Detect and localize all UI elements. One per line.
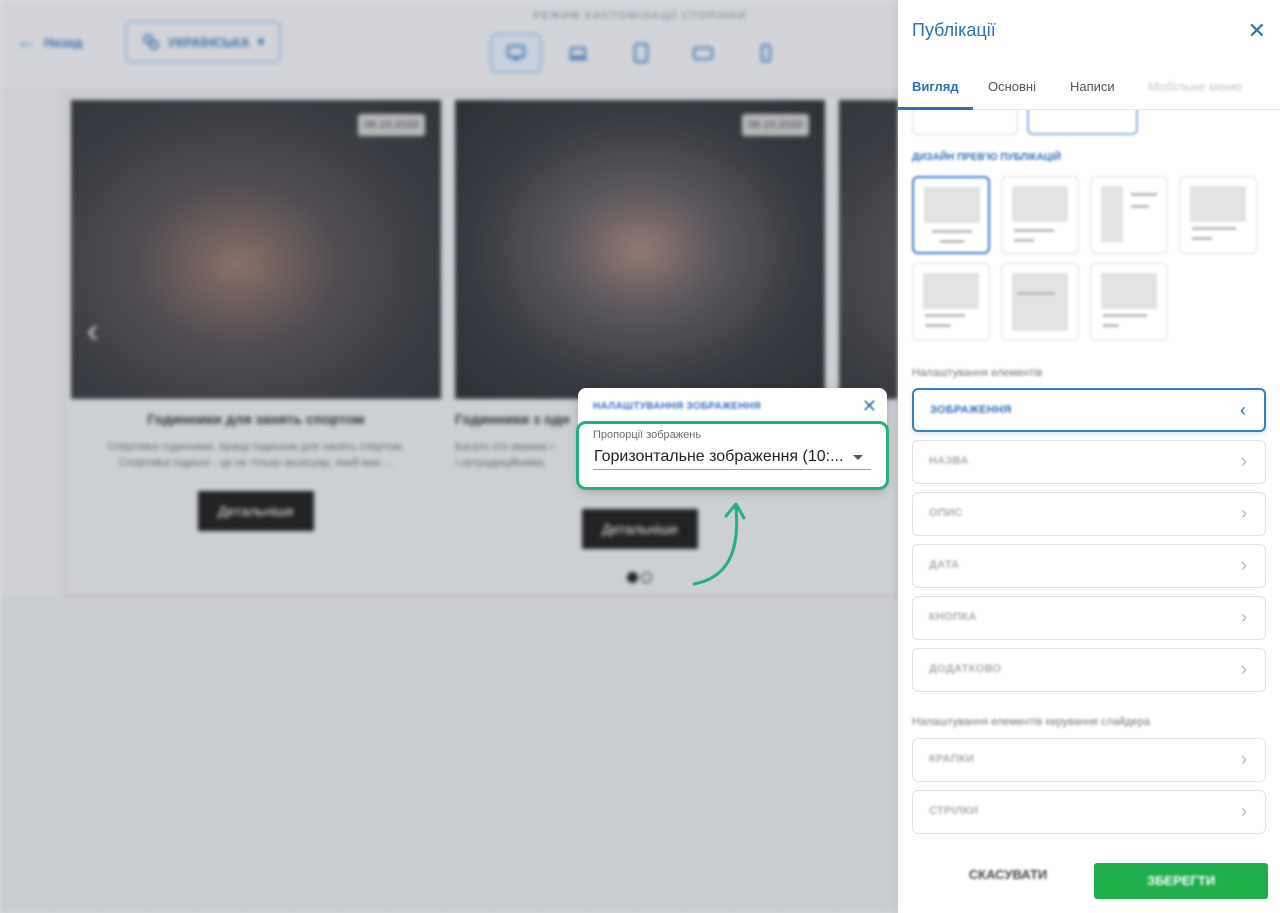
chevron-right-icon: › [1241, 607, 1247, 627]
caret-down-icon [853, 455, 863, 460]
panel-title: Публікації [912, 20, 996, 40]
line [1103, 324, 1119, 327]
chevron-right-icon: › [1241, 749, 1247, 769]
line [925, 314, 965, 317]
line [1018, 292, 1054, 295]
slider-controls-label: Налаштування елементів керування слайдер… [912, 716, 1151, 728]
close-icon[interactable]: ✕ [1248, 20, 1266, 42]
settings-panel: Публікації ✕ Вигляд Основні Написи Мобіл… [898, 0, 1280, 913]
aspect-ratio-value: Горизонтальне зображення (10:... [594, 448, 844, 465]
image-placeholder-icon [1012, 186, 1068, 222]
image-placeholder-icon [1190, 186, 1246, 222]
accordion-label: СТРІЛКИ [929, 805, 979, 817]
design-label: ДИЗАЙН ПРЕВ'Ю ПУБЛІКАЦІЙ [912, 152, 1061, 163]
accordion-dots[interactable]: КРАПКИ › [912, 738, 1266, 782]
accordion-date[interactable]: ДАТА › [912, 544, 1266, 588]
layout-option-selected[interactable] [1027, 110, 1138, 135]
line [1131, 205, 1149, 208]
design-thumb-7[interactable] [1090, 263, 1168, 341]
chevron-right-icon: › [1241, 503, 1247, 523]
chevron-right-icon: › [1241, 659, 1247, 679]
design-thumb-5[interactable] [912, 263, 990, 341]
design-thumb-6[interactable] [1001, 263, 1079, 341]
accordion-title[interactable]: НАЗВА › [912, 440, 1266, 484]
accordion-label: ДОДАТКОВО [929, 663, 1002, 675]
accordion-description[interactable]: ОПИС › [912, 492, 1266, 536]
close-icon[interactable]: ✕ [862, 397, 877, 415]
chevron-right-icon: › [1241, 555, 1247, 575]
design-thumb-2[interactable] [1001, 176, 1079, 254]
image-placeholder-icon [1012, 273, 1068, 331]
design-thumb-1[interactable] [912, 176, 990, 254]
image-placeholder-icon [1101, 273, 1157, 309]
accordion-button[interactable]: КНОПКА › [912, 596, 1266, 640]
accordion-image[interactable]: ЗОБРАЖЕННЯ ‹ [912, 388, 1266, 432]
accordion-label: ОПИС [929, 507, 963, 519]
line [1192, 237, 1212, 240]
accordion-label: КНОПКА [929, 611, 977, 623]
accordion-arrows[interactable]: СТРІЛКИ › [912, 790, 1266, 834]
accordion-additional[interactable]: ДОДАТКОВО › [912, 648, 1266, 692]
tab-mobile-menu[interactable]: Мобільне меню [1148, 79, 1242, 94]
image-settings-popup: НАЛАШТУВАННЯ ЗОБРАЖЕННЯ ✕ Пропорції зобр… [576, 388, 889, 490]
line [925, 324, 951, 327]
chevron-left-icon: ‹ [1240, 400, 1246, 420]
accordion-label: ДАТА [929, 559, 960, 571]
line [940, 240, 964, 243]
line [1014, 239, 1034, 242]
aspect-ratio-label: Пропорції зображень [593, 429, 702, 441]
elements-label: Налаштування елементів [912, 367, 1043, 379]
line [1192, 227, 1236, 230]
tab-labels[interactable]: Написи [1070, 79, 1115, 94]
tab-general[interactable]: Основні [988, 79, 1036, 94]
design-thumb-4[interactable] [1179, 176, 1257, 254]
accordion-label: НАЗВА [929, 455, 969, 467]
panel-footer: СКАСУВАТИ ЗБЕРЕГТИ [898, 845, 1280, 913]
tab-view[interactable]: Вигляд [912, 79, 959, 94]
layout-option[interactable] [912, 110, 1018, 135]
line [932, 230, 972, 233]
line [1014, 229, 1054, 232]
chevron-right-icon: › [1241, 451, 1247, 471]
save-button[interactable]: ЗБЕРЕГТИ [1094, 863, 1268, 899]
line [1131, 193, 1157, 196]
save-label: ЗБЕРЕГТИ [1146, 873, 1216, 888]
cancel-button[interactable]: СКАСУВАТИ [938, 867, 1078, 882]
accordion-label: КРАПКИ [929, 753, 975, 765]
accordion-label: ЗОБРАЖЕННЯ [930, 404, 1012, 416]
popup-title: НАЛАШТУВАННЯ ЗОБРАЖЕННЯ [593, 401, 761, 412]
panel-content: ДИЗАЙН ПРЕВ'Ю ПУБЛІКАЦІЙ Налаштування ел… [898, 110, 1280, 845]
aspect-ratio-select[interactable]: Горизонтальне зображення (10:... [593, 446, 871, 470]
design-thumb-3[interactable] [1090, 176, 1168, 254]
annotation-arrow-icon [692, 502, 746, 586]
line [1103, 314, 1147, 317]
panel-tabs: Вигляд Основні Написи Мобільне меню [898, 64, 1280, 110]
chevron-right-icon: › [1241, 801, 1247, 821]
image-placeholder-icon [923, 273, 979, 309]
image-placeholder-icon [1101, 186, 1123, 242]
image-placeholder-icon [924, 187, 980, 223]
